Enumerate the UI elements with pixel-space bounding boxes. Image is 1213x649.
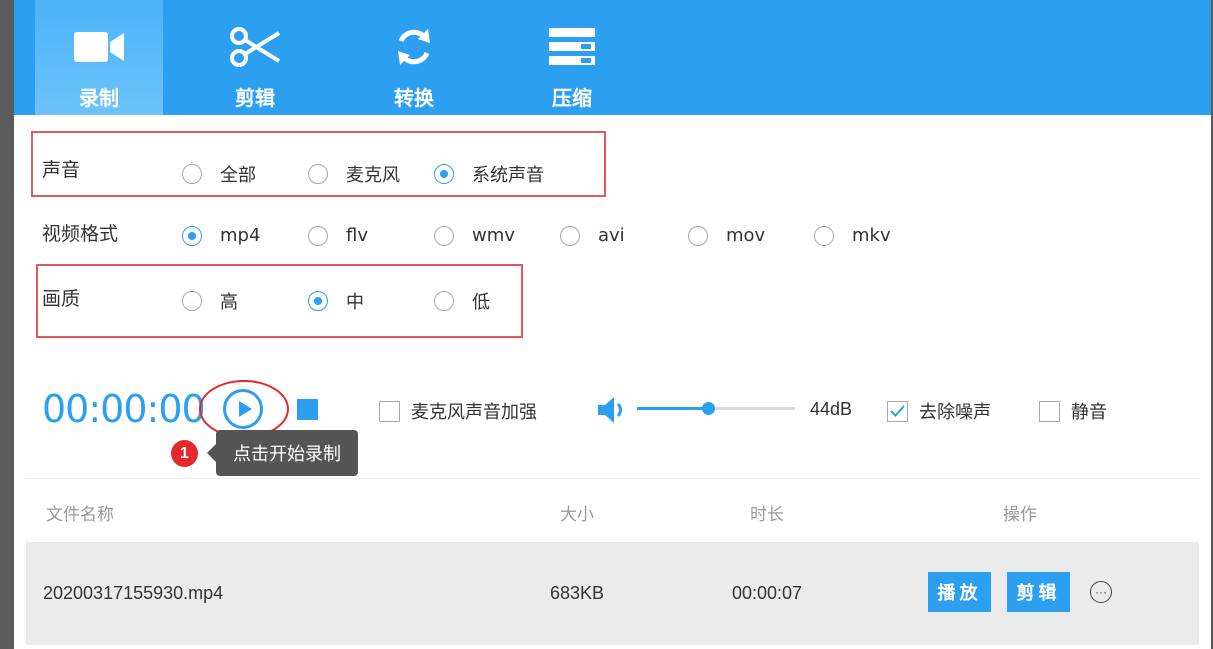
- file-name-cell: 20200317155930.mp4: [43, 583, 224, 603]
- edit-file-button[interactable]: 剪辑: [1007, 572, 1070, 612]
- tab-compress[interactable]: 压缩: [508, 0, 636, 115]
- radio-circle: [560, 225, 580, 246]
- radio-circle: [308, 164, 328, 184]
- tab-record-label: 录制: [79, 86, 119, 110]
- more-options-icon[interactable]: ···: [1090, 581, 1112, 603]
- format-option-avi[interactable]: avi: [560, 225, 625, 246]
- mute-checkbox[interactable]: 静音: [1039, 398, 1107, 424]
- format-option-mov[interactable]: mov: [688, 225, 765, 246]
- mic-boost-label: 麦克风声音加强: [411, 402, 537, 423]
- sound-option-all-label: 全部: [220, 165, 256, 186]
- format-option-label: mkv: [852, 225, 891, 246]
- checkbox-box: [1039, 400, 1060, 422]
- quality-option-label: 中: [346, 292, 364, 313]
- col-header-size: 大小: [560, 505, 594, 525]
- format-option-flv[interactable]: flv: [308, 225, 368, 246]
- start-record-button[interactable]: [223, 389, 263, 429]
- sound-option-mic-label: 麦克风: [346, 165, 400, 186]
- scissors-icon: [229, 24, 281, 70]
- checkbox-box: [379, 400, 400, 422]
- compress-icon: [546, 24, 598, 70]
- tooltip-text: 点击开始录制: [233, 444, 341, 465]
- stop-record-button[interactable]: [297, 399, 318, 420]
- col-header-name: 文件名称: [46, 505, 114, 525]
- recorder-window: 录制 剪辑 转换 压缩 声音 全部 麦克风 系统声音 视频格式 mp4 flv …: [14, 0, 1211, 649]
- tab-edit-label: 剪辑: [235, 86, 275, 110]
- quality-label: 画质: [42, 288, 81, 310]
- radio-circle: [182, 291, 202, 311]
- volume-slider-knob[interactable]: [702, 402, 716, 415]
- format-option-wmv[interactable]: wmv: [434, 225, 515, 246]
- file-duration-cell: 00:00:07: [732, 583, 803, 603]
- file-size-cell: 683KB: [550, 583, 605, 603]
- radio-circle: [434, 225, 454, 246]
- tab-convert[interactable]: 转换: [350, 0, 478, 115]
- step-badge: 1: [171, 440, 198, 467]
- play-file-button[interactable]: 播放: [928, 572, 991, 612]
- tab-convert-label: 转换: [394, 86, 434, 110]
- mute-label: 静音: [1071, 402, 1107, 423]
- sound-option-all[interactable]: 全部: [182, 161, 256, 187]
- quality-option-low[interactable]: 低: [434, 288, 490, 314]
- tab-record[interactable]: 录制: [35, 0, 163, 115]
- col-header-duration: 时长: [750, 505, 784, 525]
- video-camera-icon: [73, 24, 125, 70]
- quality-option-label: 低: [472, 292, 490, 313]
- quality-option-high[interactable]: 高: [182, 288, 238, 314]
- volume-slider[interactable]: [637, 402, 795, 415]
- radio-circle: [434, 291, 454, 311]
- radio-circle: [688, 225, 708, 246]
- denoise-checkbox[interactable]: 去除噪声: [887, 398, 991, 424]
- volume-icon[interactable]: [598, 396, 628, 424]
- format-option-label: mov: [726, 225, 766, 246]
- checkbox-box: [887, 400, 908, 422]
- sound-label: 声音: [42, 159, 81, 181]
- mic-boost-checkbox[interactable]: 麦克风声音加强: [379, 398, 537, 424]
- radio-circle: [182, 225, 202, 246]
- col-header-actions: 操作: [1003, 505, 1037, 525]
- format-label: 视频格式: [42, 223, 119, 245]
- tab-compress-label: 压缩: [552, 86, 592, 110]
- record-timer: 00:00:00: [42, 387, 206, 431]
- format-option-label: mp4: [220, 225, 261, 246]
- format-option-mkv[interactable]: mkv: [814, 225, 891, 246]
- radio-circle: [814, 225, 834, 246]
- denoise-label: 去除噪声: [919, 402, 991, 423]
- volume-slider-fill: [637, 407, 709, 410]
- radio-circle: [434, 164, 454, 184]
- radio-circle: [308, 225, 328, 246]
- sound-option-system-label: 系统声音: [472, 165, 544, 186]
- sound-option-mic[interactable]: 麦克风: [308, 161, 400, 187]
- quality-option-medium[interactable]: 中: [308, 288, 364, 314]
- format-option-label: flv: [346, 225, 368, 246]
- quality-option-label: 高: [220, 292, 238, 313]
- sound-option-system[interactable]: 系统声音: [434, 161, 544, 187]
- format-option-label: avi: [598, 225, 625, 246]
- volume-db-label: 44dB: [810, 399, 853, 419]
- format-option-mp4[interactable]: mp4: [182, 225, 260, 246]
- tab-edit[interactable]: 剪辑: [191, 0, 319, 115]
- refresh-icon: [388, 24, 440, 70]
- top-tab-bar: 录制 剪辑 转换 压缩: [14, 0, 1211, 115]
- start-record-tooltip: 点击开始录制: [207, 430, 358, 476]
- format-option-label: wmv: [472, 225, 515, 246]
- check-icon: [890, 405, 905, 417]
- radio-circle: [308, 291, 328, 311]
- divider: [26, 478, 1199, 479]
- radio-circle: [182, 164, 202, 184]
